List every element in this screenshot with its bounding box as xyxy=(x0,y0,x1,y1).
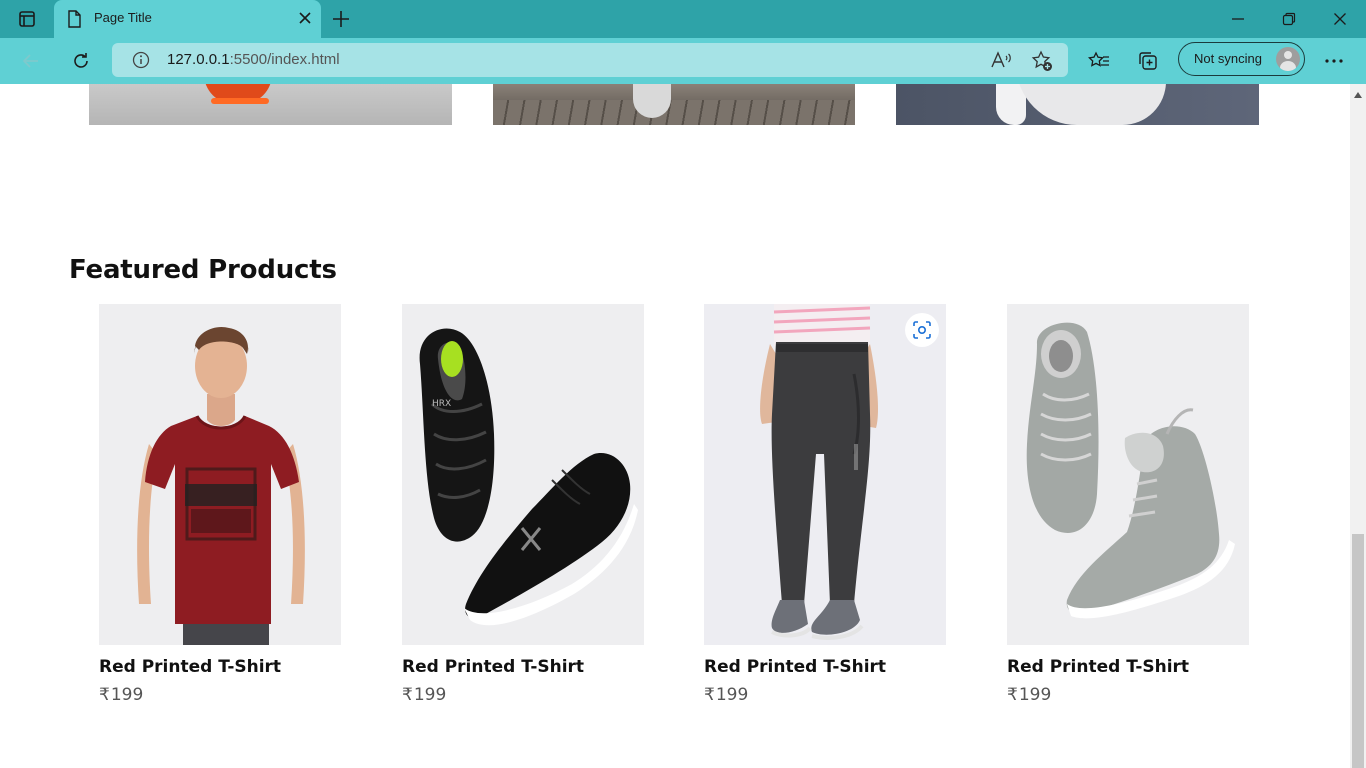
product-image[interactable] xyxy=(704,304,946,645)
price-value: 199 xyxy=(413,685,447,705)
restore-icon[interactable] xyxy=(1277,8,1301,30)
banner-image-orange-sneaker[interactable] xyxy=(89,84,452,125)
price-value: 199 xyxy=(110,685,144,705)
more-menu-icon[interactable] xyxy=(1321,48,1347,74)
product-card[interactable]: Red Printed T-Shirt ₹199 xyxy=(1007,304,1249,705)
scrollbar-thumb[interactable] xyxy=(1352,534,1364,768)
svg-text:HRX: HRX xyxy=(432,399,451,409)
product-name[interactable]: Red Printed T-Shirt xyxy=(1007,657,1249,677)
scroll-up-icon[interactable] xyxy=(1354,92,1362,98)
tab-title: Page Title xyxy=(94,10,152,25)
tab-actions-icon[interactable] xyxy=(8,8,46,30)
currency-symbol: ₹ xyxy=(402,685,413,705)
currency-symbol: ₹ xyxy=(99,685,110,705)
avatar xyxy=(1276,47,1300,71)
section-title: Featured Products xyxy=(69,255,337,285)
product-price: ₹199 xyxy=(402,685,644,705)
product-card[interactable]: Red Printed T-Shirt ₹199 xyxy=(704,304,946,705)
product-card[interactable]: Red Printed T-Shirt ₹199 xyxy=(99,304,341,705)
product-price: ₹199 xyxy=(99,685,341,705)
banner-image-walking-shoe[interactable] xyxy=(493,84,855,125)
url-host: 127.0.0.1 xyxy=(167,51,230,68)
price-value: 199 xyxy=(1018,685,1052,705)
price-value: 199 xyxy=(715,685,749,705)
tab-bar: Page Title xyxy=(0,0,1366,38)
browser-toolbar: 127.0.0.1:5500/index.html Not syncing xyxy=(0,38,1366,84)
refresh-icon[interactable] xyxy=(68,48,94,74)
close-tab-icon[interactable] xyxy=(297,10,313,30)
url-path: :5500/index.html xyxy=(229,51,340,68)
currency-symbol: ₹ xyxy=(1007,685,1018,705)
product-image[interactable] xyxy=(1007,304,1249,645)
favorites-icon[interactable] xyxy=(1086,48,1112,74)
product-card[interactable]: HRX Red Printed T-Shirt ₹199 xyxy=(402,304,644,705)
product-image[interactable] xyxy=(99,304,341,645)
vertical-scrollbar[interactable] xyxy=(1350,84,1366,768)
site-info-icon[interactable] xyxy=(132,51,150,73)
collections-icon[interactable] xyxy=(1135,48,1161,74)
add-favorite-icon[interactable] xyxy=(1031,50,1053,76)
product-name[interactable]: Red Printed T-Shirt xyxy=(402,657,644,677)
page-viewport: Featured Products Red Printed T-Shirt ₹1… xyxy=(0,84,1350,768)
banner-image-white-sneaker[interactable] xyxy=(896,84,1259,125)
minimize-icon[interactable] xyxy=(1226,8,1250,30)
product-image[interactable]: HRX xyxy=(402,304,644,645)
product-name[interactable]: Red Printed T-Shirt xyxy=(704,657,946,677)
back-icon[interactable] xyxy=(18,48,44,74)
active-tab[interactable]: Page Title xyxy=(54,0,321,38)
product-price: ₹199 xyxy=(1007,685,1249,705)
new-tab-icon[interactable] xyxy=(330,8,352,34)
close-window-icon[interactable] xyxy=(1328,8,1352,30)
document-icon xyxy=(66,10,82,32)
address-bar[interactable]: 127.0.0.1:5500/index.html xyxy=(112,43,1068,77)
url-text[interactable]: 127.0.0.1:5500/index.html xyxy=(167,51,340,68)
product-price: ₹199 xyxy=(704,685,946,705)
sync-status-label: Not syncing xyxy=(1194,51,1262,66)
profile-sync-button[interactable]: Not syncing xyxy=(1178,42,1305,76)
currency-symbol: ₹ xyxy=(704,685,715,705)
visual-search-icon[interactable] xyxy=(905,313,939,347)
read-aloud-icon[interactable] xyxy=(990,50,1012,74)
product-name[interactable]: Red Printed T-Shirt xyxy=(99,657,341,677)
